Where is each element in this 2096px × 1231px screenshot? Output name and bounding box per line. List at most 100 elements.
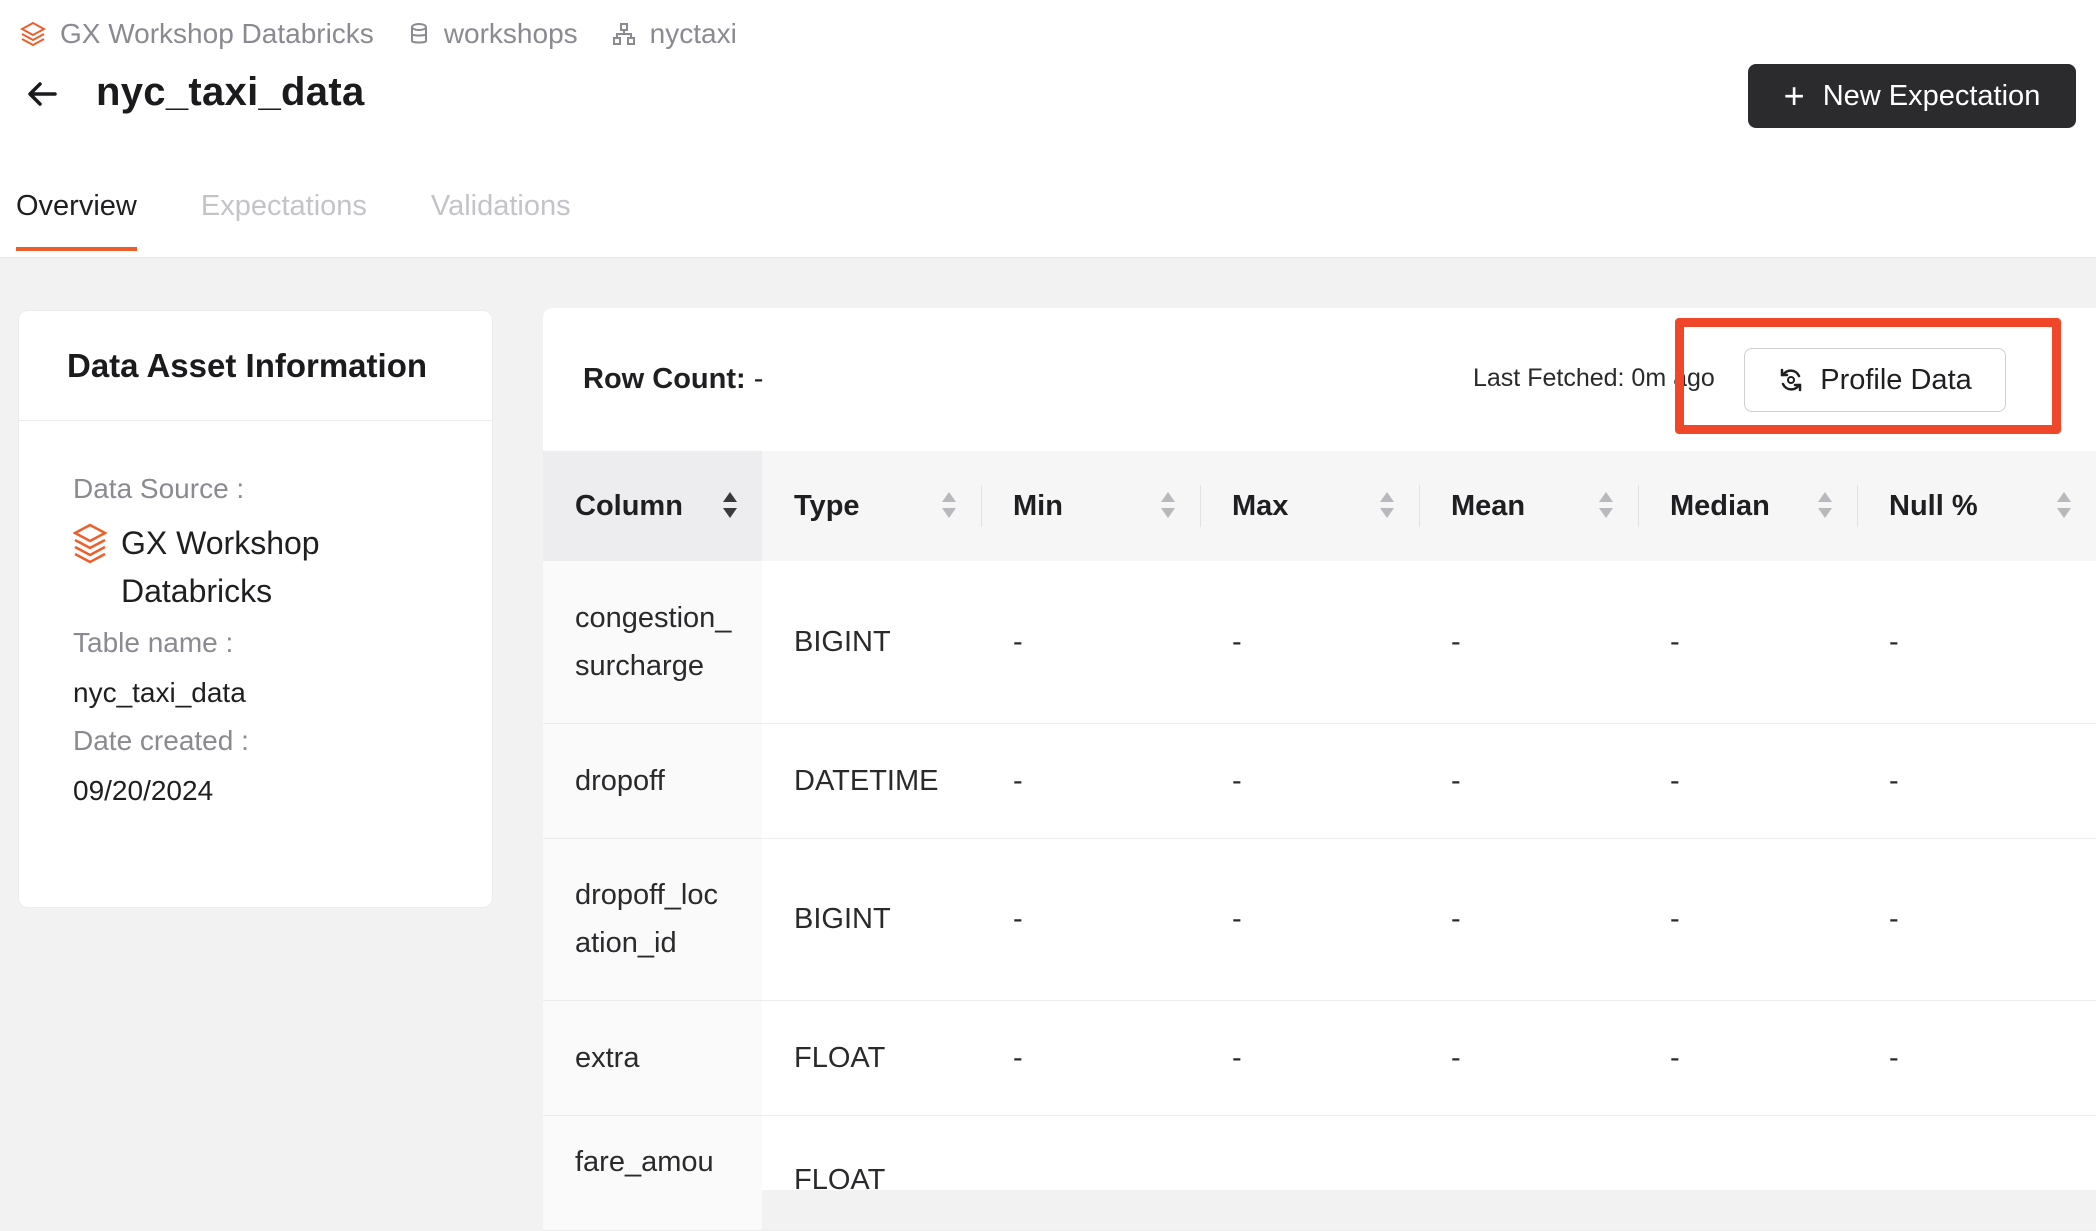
cell-median: - <box>1638 838 1857 1001</box>
cell-text: fare_amou <box>575 1145 714 1178</box>
header-label: Column <box>575 489 683 522</box>
header-label: Type <box>794 489 860 522</box>
cell-type: BIGINT <box>762 838 981 1001</box>
date-created-label-row: Date created : <box>73 725 492 757</box>
page-header: GX Workshop Databricks workshops nyctaxi… <box>0 0 2096 258</box>
sort-icon[interactable] <box>1815 489 1835 521</box>
back-arrow-icon[interactable] <box>22 74 62 114</box>
column-divider <box>981 485 982 527</box>
cell-min: - <box>981 561 1200 724</box>
cell-type: BIGINT <box>762 561 981 724</box>
header-label: Min <box>1013 489 1063 522</box>
cell-null-percent <box>1857 1115 2096 1231</box>
cell-mean: - <box>1419 723 1638 839</box>
sort-icon[interactable] <box>2054 489 2074 521</box>
profile-data-label: Profile Data <box>1820 363 1972 396</box>
cell-max: - <box>1200 561 1419 724</box>
cell-median: - <box>1638 1000 1857 1116</box>
databricks-icon <box>20 21 46 47</box>
header-min[interactable]: Min <box>981 451 1200 561</box>
cell-column-name: dropoff <box>543 723 762 839</box>
cell-text: surcharge <box>575 649 704 682</box>
tab-bar: Overview Expectations Validations <box>16 190 635 251</box>
header-type[interactable]: Type <box>762 451 981 561</box>
table-row[interactable]: dropoff DATETIME - - - - - <box>543 723 2096 839</box>
label-colon: : <box>228 473 245 504</box>
cell-column-name: congestion_ surcharge <box>543 561 762 724</box>
page-title: nyc_taxi_data <box>96 70 365 114</box>
cell-column-name: extra <box>543 1000 762 1116</box>
breadcrumb-item-datasource[interactable]: GX Workshop Databricks <box>20 18 374 50</box>
tab-validations[interactable]: Validations <box>431 190 571 251</box>
cell-median: - <box>1638 723 1857 839</box>
table-row[interactable]: congestion_ surcharge BIGINT - - - - - <box>543 561 2096 724</box>
card-heading: Data Asset Information <box>19 311 492 421</box>
breadcrumb-item-database[interactable]: workshops <box>408 18 578 50</box>
data-source-value: GX Workshop Databricks <box>73 519 492 615</box>
sort-icon[interactable] <box>939 489 959 521</box>
breadcrumb-label: nyctaxi <box>649 18 737 49</box>
cell-mean: - <box>1419 1000 1638 1116</box>
profile-data-button[interactable]: Profile Data <box>1744 348 2006 412</box>
table-row[interactable]: dropoff_loc ation_id BIGINT - - - - - <box>543 838 2096 1001</box>
cell-column-name: dropoff_loc ation_id <box>543 838 762 1001</box>
sort-icon[interactable] <box>720 489 740 521</box>
date-created-value: 09/20/2024 <box>73 775 214 806</box>
cell-min: - <box>981 1000 1200 1116</box>
plus-icon: + <box>1783 75 1805 116</box>
data-source-name-line2: Databricks <box>121 573 273 609</box>
new-expectation-label: New Expectation <box>1822 79 2041 112</box>
cell-type: DATETIME <box>762 723 981 839</box>
header-column[interactable]: Column <box>543 451 762 561</box>
breadcrumb-label: workshops <box>443 18 578 49</box>
cell-min <box>981 1115 1200 1231</box>
header-label: Mean <box>1451 489 1526 522</box>
sort-icon[interactable] <box>1158 489 1178 521</box>
cell-null-percent: - <box>1857 561 2096 724</box>
header-label: Null % <box>1889 489 1978 522</box>
table-row[interactable]: fare_amou FLOAT <box>543 1115 2096 1231</box>
breadcrumb-label: GX Workshop Databricks <box>60 18 374 49</box>
cell-text: dropoff <box>575 764 665 797</box>
breadcrumb-item-schema[interactable]: nyctaxi <box>612 18 737 50</box>
tab-overview[interactable]: Overview <box>16 190 137 251</box>
new-expectation-button[interactable]: + New Expectation <box>1748 64 2076 128</box>
cell-min: - <box>981 838 1200 1001</box>
cell-null-percent: - <box>1857 1000 2096 1116</box>
breadcrumb: GX Workshop Databricks workshops nyctaxi <box>20 14 771 54</box>
column-stats-table: Column Type Min Max Mean Median Null % c… <box>543 451 2096 1231</box>
header-median[interactable]: Median <box>1638 451 1857 561</box>
sort-icon[interactable] <box>1377 489 1397 521</box>
schema-icon <box>612 23 635 45</box>
cell-mean: - <box>1419 561 1638 724</box>
tab-expectations[interactable]: Expectations <box>201 190 367 251</box>
cell-max: - <box>1200 1000 1419 1116</box>
table-name-label-row: Table name : <box>73 627 492 659</box>
table-row[interactable]: extra FLOAT - - - - - <box>543 1000 2096 1116</box>
cell-type: FLOAT <box>762 1115 981 1231</box>
data-source-label-row: Data Source : <box>73 473 492 505</box>
column-divider <box>1638 485 1639 527</box>
cell-text: ation_id <box>575 927 677 959</box>
header-mean[interactable]: Mean <box>1419 451 1638 561</box>
data-asset-info-card: Data Asset Information Data Source : GX … <box>18 310 493 908</box>
row-count: Row Count: - <box>583 363 763 396</box>
cell-max <box>1200 1115 1419 1231</box>
header-max[interactable]: Max <box>1200 451 1419 561</box>
header-null-percent[interactable]: Null % <box>1857 451 2096 561</box>
column-divider <box>1419 485 1420 527</box>
label-colon: : <box>233 725 249 756</box>
column-divider <box>1200 485 1201 527</box>
data-source-label: Data Source <box>73 473 229 504</box>
cell-text: congestion_ <box>575 601 732 634</box>
header-label: Median <box>1670 489 1770 522</box>
row-count-label: Row Count: <box>583 363 746 395</box>
cell-column-name: fare_amou <box>543 1115 762 1231</box>
last-fetched-text: Last Fetched: 0m ago <box>1473 364 1715 392</box>
cell-type: FLOAT <box>762 1000 981 1116</box>
databricks-icon <box>73 523 107 564</box>
refresh-icon <box>1780 368 1802 392</box>
table-header-row: Column Type Min Max Mean Median Null % <box>543 451 2096 561</box>
sort-icon[interactable] <box>1596 489 1616 521</box>
data-source-name-line1: GX Workshop <box>121 525 320 561</box>
